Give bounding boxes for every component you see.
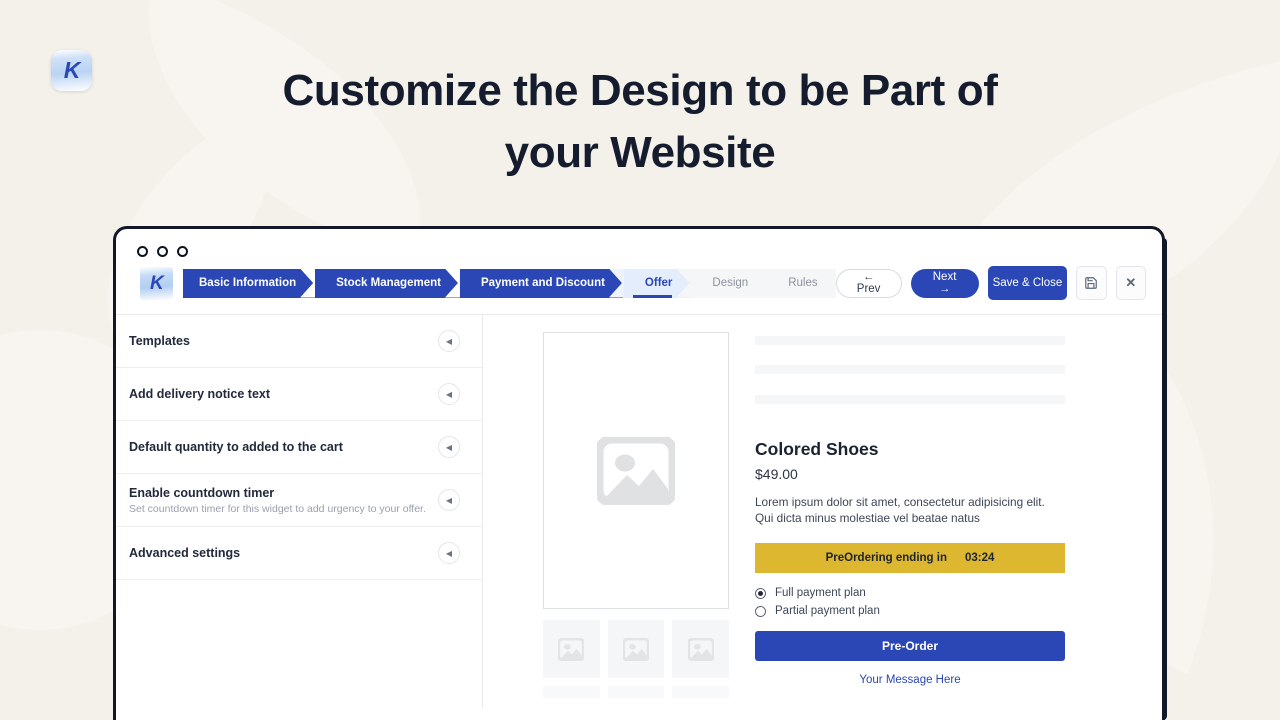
settings-panel: Templates ◀ Add delivery notice text ◀ D… bbox=[116, 315, 483, 709]
image-placeholder-icon bbox=[687, 637, 714, 661]
next-button[interactable]: Next → bbox=[910, 268, 979, 298]
setting-title: Templates bbox=[129, 334, 190, 348]
step-design[interactable]: Design bbox=[690, 268, 767, 298]
step-label: Basic Information bbox=[199, 277, 297, 289]
collapse-chevron-icon[interactable]: ◀ bbox=[438, 383, 460, 405]
setting-item-default-quantity[interactable]: Default quantity to added to the cart ◀ bbox=[116, 421, 482, 474]
app-logo-letter: K bbox=[150, 272, 164, 294]
setting-item-add-delivery-notice-text[interactable]: Add delivery notice text ◀ bbox=[116, 368, 482, 421]
setting-text: Add delivery notice text bbox=[129, 378, 270, 410]
step-rules[interactable]: Rules bbox=[766, 268, 836, 298]
widget-preview: Colored Shoes $49.00 Lorem ipsum dolor s… bbox=[483, 315, 1162, 709]
window-dot-icon[interactable] bbox=[177, 246, 188, 257]
product-description: Lorem ipsum dolor sit amet, consectetur … bbox=[755, 495, 1045, 525]
collapse-chevron-icon[interactable]: ◀ bbox=[438, 436, 460, 458]
collapse-chevron-icon[interactable]: ◀ bbox=[438, 489, 460, 511]
step-stock-management[interactable]: Stock Management bbox=[314, 268, 459, 298]
collapse-chevron-icon[interactable]: ◀ bbox=[438, 542, 460, 564]
payment-plan-option-full[interactable]: Full payment plan bbox=[755, 587, 1065, 599]
prev-button[interactable]: ← Prev bbox=[835, 268, 902, 298]
step-label: Design bbox=[712, 277, 749, 289]
product-details: Colored Shoes $49.00 Lorem ipsum dolor s… bbox=[755, 332, 1065, 709]
window-controls bbox=[116, 229, 1162, 257]
app-logo: K bbox=[140, 266, 173, 300]
payment-plan-label: Partial payment plan bbox=[775, 605, 880, 617]
product-title: Colored Shoes bbox=[755, 439, 879, 459]
skeleton-bar bbox=[607, 686, 665, 698]
product-price: $49.00 bbox=[755, 466, 798, 482]
radio-icon[interactable] bbox=[755, 605, 766, 617]
window-dot-icon[interactable] bbox=[157, 246, 168, 257]
setting-item-templates[interactable]: Templates ◀ bbox=[116, 315, 482, 368]
setting-description: Set countdown timer for this widget to a… bbox=[129, 502, 426, 515]
step-label: Rules bbox=[788, 277, 818, 289]
breadcrumb: Basic Information Stock Management Payme… bbox=[183, 268, 836, 298]
editor-body: Templates ◀ Add delivery notice text ◀ D… bbox=[116, 315, 1162, 709]
step-basic-information[interactable]: Basic Information bbox=[183, 268, 315, 298]
skeleton-bar bbox=[755, 336, 1065, 345]
floppy-disk-icon[interactable] bbox=[1076, 266, 1107, 300]
countdown-time: 03:24 bbox=[964, 552, 995, 564]
countdown-label: PreOrdering ending in bbox=[825, 552, 947, 564]
headline-line-1: Customize the Design to be Part of bbox=[282, 66, 998, 115]
skeleton-bar bbox=[755, 395, 1065, 404]
image-placeholder-icon bbox=[623, 637, 649, 661]
radio-icon[interactable] bbox=[755, 587, 766, 599]
product-thumbnails bbox=[543, 620, 730, 678]
step-label: Stock Management bbox=[336, 277, 441, 289]
setting-text: Enable countdown timer Set countdown tim… bbox=[129, 477, 426, 524]
step-offer[interactable]: Offer bbox=[622, 268, 691, 298]
headline-line-2: your Website bbox=[504, 128, 776, 177]
your-message-link[interactable]: Your Message Here bbox=[755, 674, 1065, 686]
setting-text: Templates bbox=[129, 325, 190, 357]
image-placeholder-icon bbox=[558, 637, 585, 661]
step-payment-and-discount[interactable]: Payment and Discount bbox=[458, 268, 623, 298]
setting-text: Default quantity to added to the cart bbox=[129, 431, 343, 463]
skeleton-bar bbox=[543, 686, 600, 698]
app-toolbar: K Basic Information Stock Management Pay… bbox=[116, 257, 1162, 315]
product-thumbnail[interactable] bbox=[672, 620, 730, 678]
payment-plan-label: Full payment plan bbox=[775, 587, 866, 599]
step-active-underline bbox=[632, 295, 673, 298]
payment-plan-option-partial[interactable]: Partial payment plan bbox=[755, 605, 1065, 617]
countdown-banner: PreOrdering ending in 03:24 bbox=[755, 543, 1065, 573]
setting-title: Enable countdown timer bbox=[129, 485, 275, 500]
gallery-skeleton-row bbox=[543, 686, 730, 698]
skeleton-bar bbox=[672, 686, 730, 698]
page-title: Customize the Design to be Part of your … bbox=[0, 60, 1280, 184]
toolbar-actions: ← Prev Next → Save & Close ✕ bbox=[835, 266, 1146, 300]
close-icon[interactable]: ✕ bbox=[1115, 266, 1146, 300]
product-thumbnail[interactable] bbox=[607, 620, 665, 678]
browser-window: K Basic Information Stock Management Pay… bbox=[113, 226, 1165, 720]
product-thumbnail[interactable] bbox=[543, 620, 600, 678]
setting-item-enable-countdown-timer[interactable]: Enable countdown timer Set countdown tim… bbox=[116, 474, 482, 527]
save-and-close-button[interactable]: Save & Close bbox=[987, 266, 1068, 300]
payment-plan-group: Full payment plan Partial payment plan bbox=[755, 587, 1065, 617]
skeleton-bar bbox=[755, 365, 1065, 374]
step-label: Offer bbox=[644, 277, 673, 289]
product-main-image[interactable] bbox=[543, 332, 729, 609]
setting-title: Default quantity to added to the cart bbox=[129, 440, 343, 454]
product-gallery bbox=[543, 332, 730, 709]
preorder-button[interactable]: Pre-Order bbox=[755, 631, 1065, 661]
window-dot-icon[interactable] bbox=[137, 246, 148, 257]
setting-title: Add delivery notice text bbox=[129, 387, 271, 401]
setting-text: Advanced settings bbox=[129, 537, 240, 569]
setting-title: Advanced settings bbox=[129, 546, 241, 560]
image-placeholder-icon bbox=[597, 436, 675, 505]
collapse-chevron-icon[interactable]: ◀ bbox=[438, 330, 460, 352]
setting-item-advanced-settings[interactable]: Advanced settings ◀ bbox=[116, 527, 482, 580]
step-label: Payment and Discount bbox=[480, 277, 605, 289]
